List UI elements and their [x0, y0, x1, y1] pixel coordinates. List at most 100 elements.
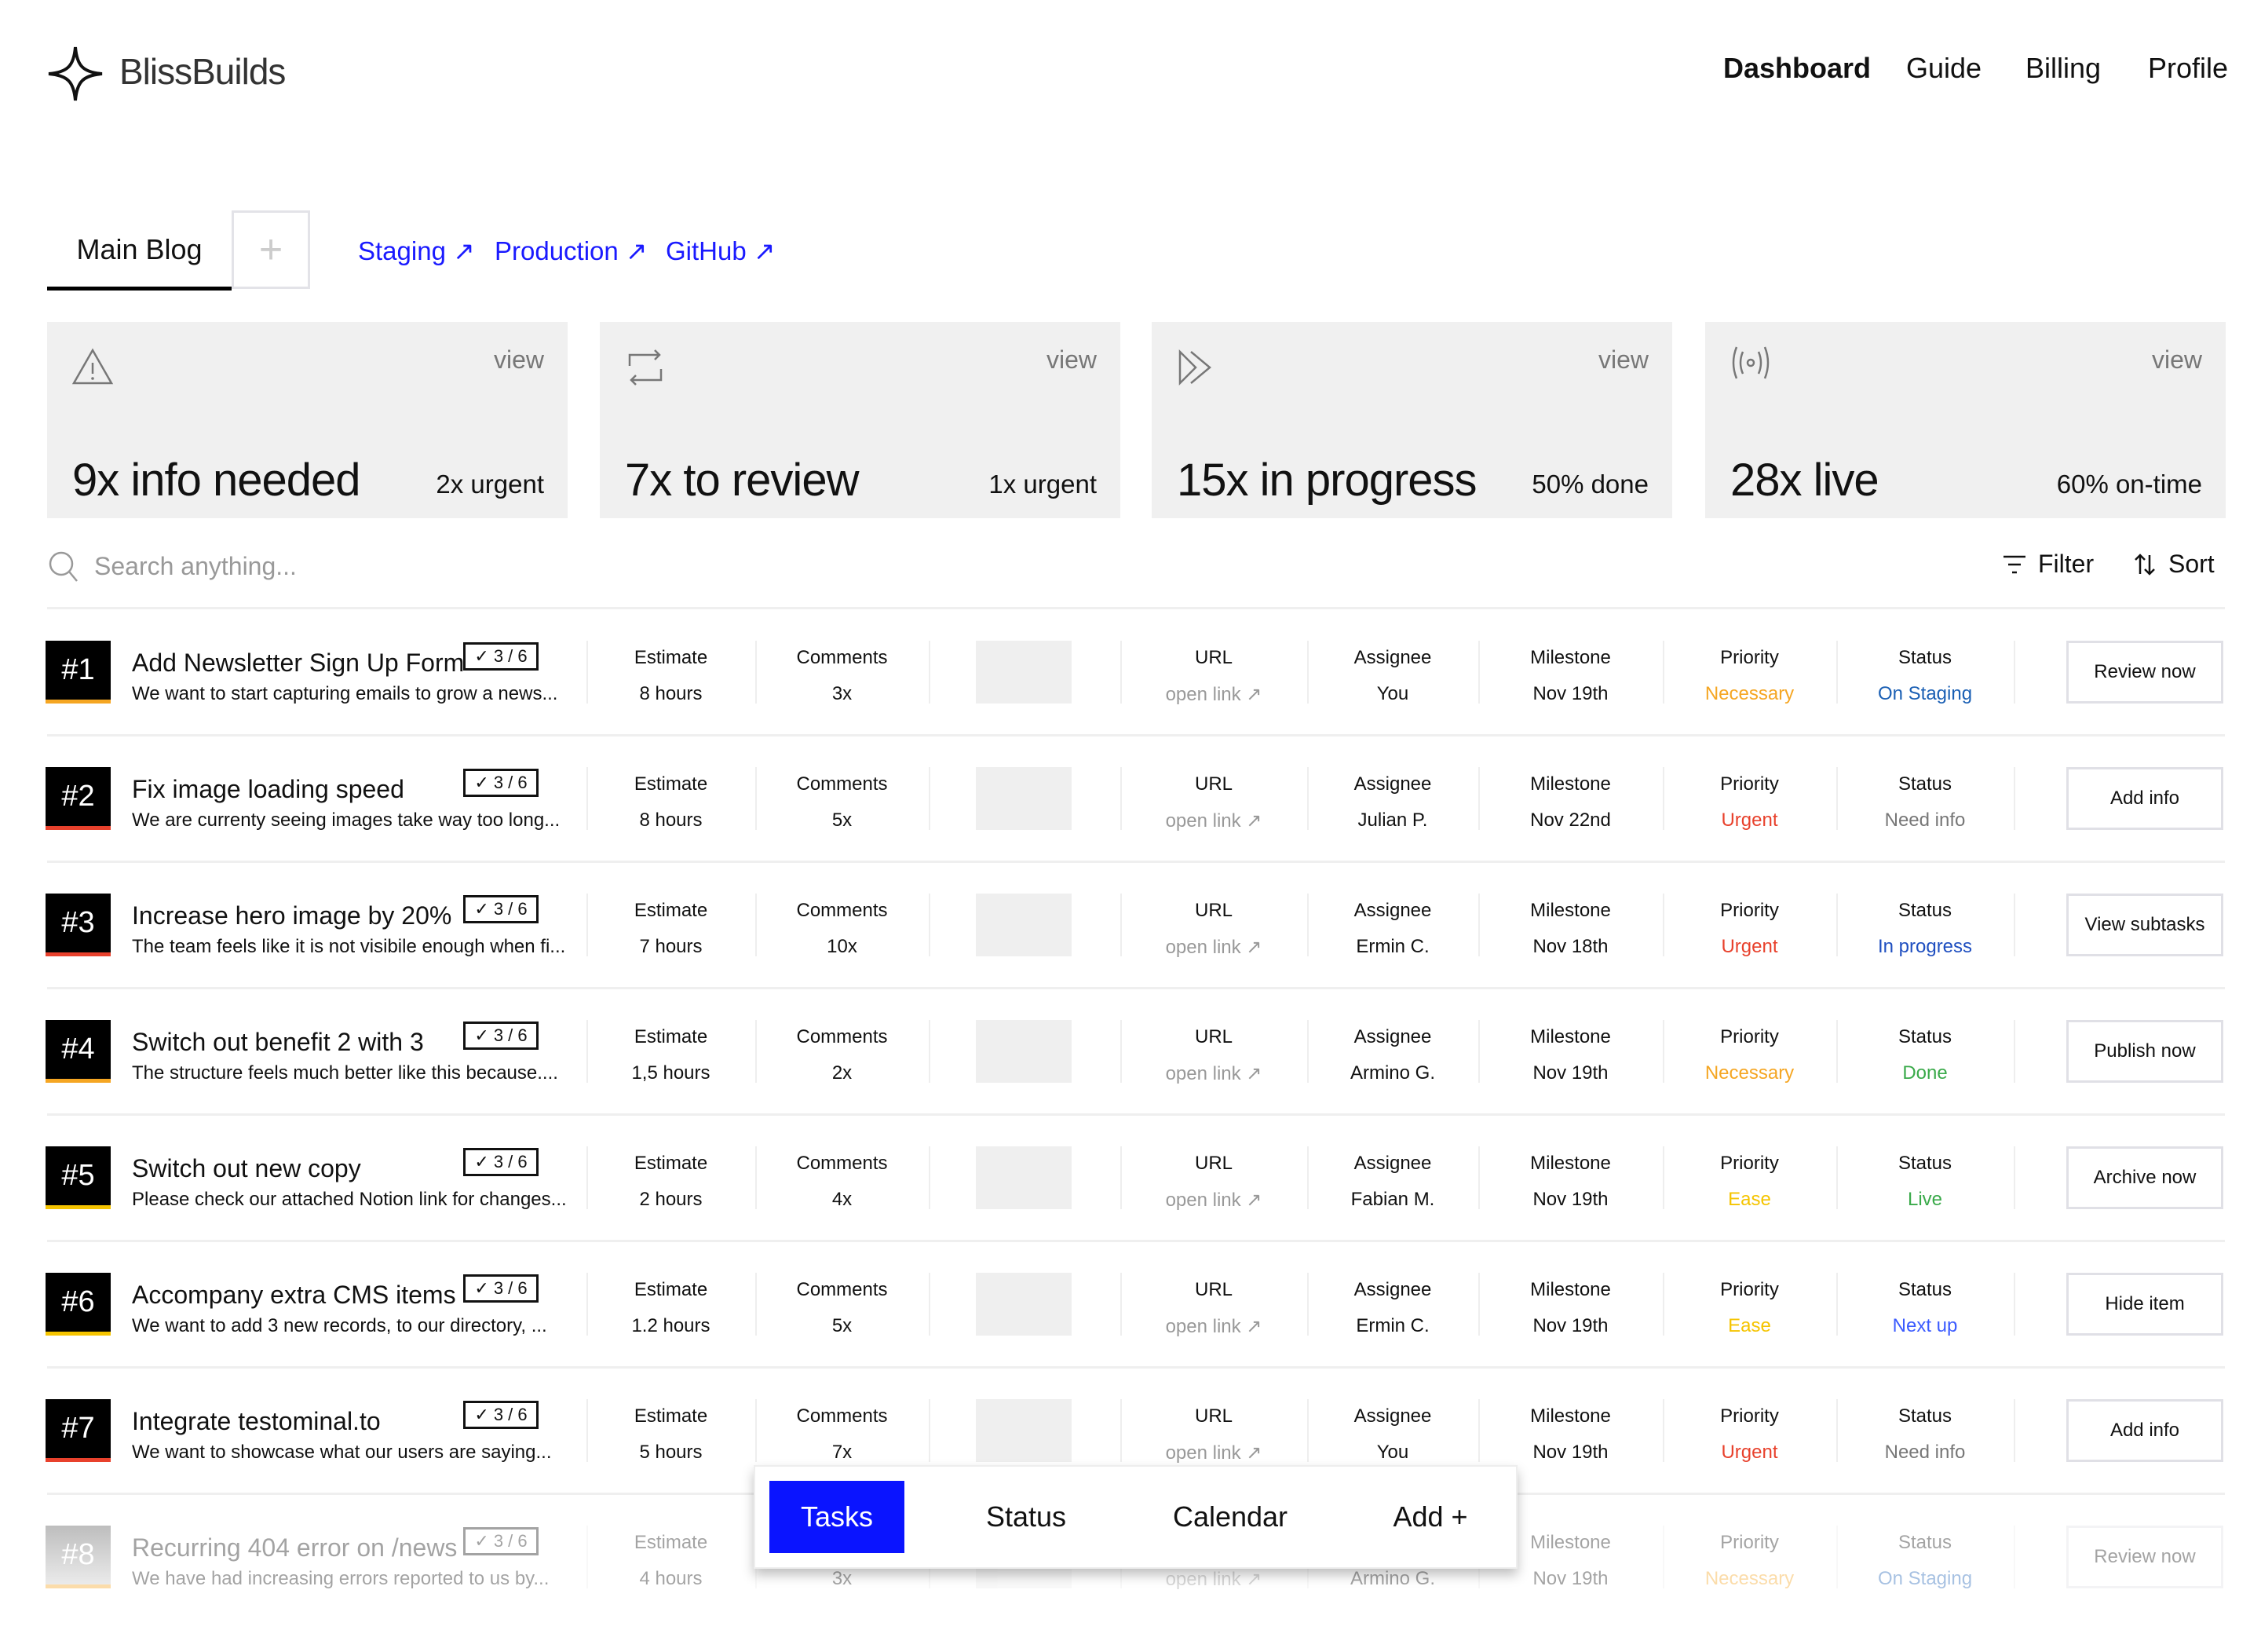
card-live[interactable]: view 28x live 60% on-time	[1705, 322, 2226, 518]
action-button[interactable]: Review now	[2066, 641, 2223, 704]
action-button[interactable]: Review now	[2066, 1526, 2223, 1588]
card-info-needed[interactable]: view 9x info needed 2x urgent	[47, 322, 568, 518]
nav-profile[interactable]: Profile	[2148, 52, 2228, 85]
status-label: Status	[1898, 1405, 1952, 1427]
card-to-review[interactable]: view 7x to review 1x urgent	[600, 322, 1120, 518]
milestone-label: Milestone	[1530, 647, 1611, 668]
url-label: URL	[1194, 1405, 1233, 1427]
task-title[interactable]: Recurring 404 error on /news	[132, 1533, 457, 1562]
broadcast-icon	[1732, 346, 1770, 379]
column-divider	[929, 894, 930, 956]
url-value[interactable]: open link ↗	[1120, 1189, 1307, 1212]
milestone-cell: Milestone Nov 19th	[1478, 1273, 1663, 1337]
status-cell: Status Need info	[1836, 1399, 2014, 1464]
nav-dashboard[interactable]: Dashboard	[1723, 52, 1871, 85]
milestone-label: Milestone	[1530, 773, 1611, 795]
task-number-badge: #1	[46, 641, 111, 704]
milestone-label: Milestone	[1530, 900, 1611, 921]
task-title[interactable]: Fix image loading speed	[132, 775, 404, 804]
view-link[interactable]: view	[1046, 345, 1097, 375]
estimate-cell: Estimate 5 hours	[586, 1399, 755, 1464]
thumbnail-placeholder	[976, 894, 1072, 956]
view-link[interactable]: view	[1598, 345, 1649, 375]
tab-status[interactable]: Status	[952, 1481, 1101, 1553]
action-button[interactable]: Hide item	[2066, 1273, 2223, 1336]
row-divider	[47, 987, 2225, 989]
tab-tasks[interactable]: Tasks	[769, 1481, 904, 1553]
url-cell[interactable]: URL open link ↗	[1120, 894, 1307, 959]
tab-add[interactable]: Add +	[1360, 1481, 1501, 1553]
status-cell: Status Done	[1836, 1020, 2014, 1084]
action-button[interactable]: Add info	[2066, 767, 2223, 830]
search-input[interactable]: Search anything...	[94, 552, 297, 581]
column-divider	[2014, 767, 2015, 830]
action-button[interactable]: View subtasks	[2066, 894, 2223, 956]
url-cell[interactable]: URL open link ↗	[1120, 1273, 1307, 1338]
filter-button[interactable]: Filter	[2002, 550, 2094, 579]
tab-calendar[interactable]: Calendar	[1148, 1481, 1313, 1553]
nav-billing[interactable]: Billing	[2025, 52, 2101, 85]
card-sub: 60% on-time	[2056, 470, 2202, 499]
url-value[interactable]: open link ↗	[1120, 936, 1307, 959]
github-link[interactable]: GitHub ↗	[666, 236, 776, 266]
estimate-label: Estimate	[634, 647, 708, 668]
table-row[interactable]: #5 Switch out new copy Please check our at…	[0, 1146, 2261, 1273]
url-value[interactable]: open link ↗	[1120, 1062, 1307, 1085]
subtask-progress: ✓ 3 / 6	[463, 1401, 539, 1429]
url-value[interactable]: open link ↗	[1120, 1315, 1307, 1338]
table-row[interactable]: #2 Fix image loading speed We are currenty…	[0, 767, 2261, 894]
status-label: Status	[1898, 1153, 1952, 1174]
url-cell[interactable]: URL open link ↗	[1120, 641, 1307, 706]
table-row[interactable]: #4 Switch out benefit 2 with 3 The structu…	[0, 1020, 2261, 1146]
column-divider	[2014, 1526, 2015, 1588]
url-value[interactable]: open link ↗	[1120, 1442, 1307, 1464]
table-row[interactable]: #3 Increase hero image by 20% The team fee…	[0, 894, 2261, 1020]
tab-main-blog[interactable]: Main Blog	[47, 212, 232, 291]
table-row[interactable]: #6 Accompany extra CMS items We want to ad…	[0, 1273, 2261, 1399]
priority-cell: Priority Urgent	[1663, 1399, 1836, 1464]
milestone-value: Nov 19th	[1532, 1568, 1609, 1589]
priority-cell: Priority Necessary	[1663, 641, 1836, 705]
view-link[interactable]: view	[494, 345, 544, 375]
comments-value: 3x	[831, 1568, 853, 1589]
milestone-cell: Milestone Nov 19th	[1478, 1146, 1663, 1211]
url-label: URL	[1194, 1279, 1233, 1300]
thumbnail-placeholder	[976, 1273, 1072, 1336]
task-title[interactable]: Accompany extra CMS items	[132, 1281, 456, 1310]
task-title[interactable]: Integrate testominal.to	[132, 1407, 381, 1436]
url-value[interactable]: open link ↗	[1120, 1568, 1307, 1591]
url-cell[interactable]: URL open link ↗	[1120, 1020, 1307, 1085]
url-cell[interactable]: URL open link ↗	[1120, 1399, 1307, 1464]
task-title[interactable]: Add Newsletter Sign Up Form	[132, 649, 464, 678]
sort-button[interactable]: Sort	[2132, 550, 2215, 579]
column-divider	[2014, 1020, 2015, 1083]
url-value[interactable]: open link ↗	[1120, 683, 1307, 706]
task-title[interactable]: Switch out new copy	[132, 1154, 361, 1183]
search-bar[interactable]: Search anything...	[47, 550, 297, 583]
url-cell[interactable]: URL open link ↗	[1120, 767, 1307, 832]
staging-link[interactable]: Staging ↗	[358, 236, 475, 266]
production-link[interactable]: Production ↗	[495, 236, 648, 266]
add-tab-button[interactable]: +	[232, 210, 310, 289]
subtask-count: 3 / 6	[493, 1152, 528, 1171]
action-button[interactable]: Publish now	[2066, 1020, 2223, 1083]
status-value: Need info	[1884, 810, 1966, 831]
row-divider	[47, 734, 2225, 736]
milestone-label: Milestone	[1530, 1405, 1611, 1427]
url-cell[interactable]: URL open link ↗	[1120, 1146, 1307, 1212]
card-in-progress[interactable]: view 15x in progress 50% done	[1152, 322, 1672, 518]
comments-label: Comments	[796, 1026, 888, 1047]
brand-name: BlissBuilds	[119, 51, 286, 92]
task-title[interactable]: Increase hero image by 20%	[132, 901, 451, 930]
status-label: Status	[1898, 1279, 1952, 1300]
action-button[interactable]: Add info	[2066, 1399, 2223, 1462]
assignee-label: Assignee	[1353, 900, 1432, 921]
estimate-cell: Estimate 2 hours	[586, 1146, 755, 1211]
bottom-view-switcher: Tasks Status Calendar Add +	[754, 1465, 1518, 1569]
view-link[interactable]: view	[2152, 345, 2202, 375]
task-title[interactable]: Switch out benefit 2 with 3	[132, 1028, 424, 1057]
table-row[interactable]: #1 Add Newsletter Sign Up Form We want to …	[0, 641, 2261, 767]
action-button[interactable]: Archive now	[2066, 1146, 2223, 1209]
nav-guide[interactable]: Guide	[1906, 52, 1982, 85]
url-value[interactable]: open link ↗	[1120, 810, 1307, 832]
